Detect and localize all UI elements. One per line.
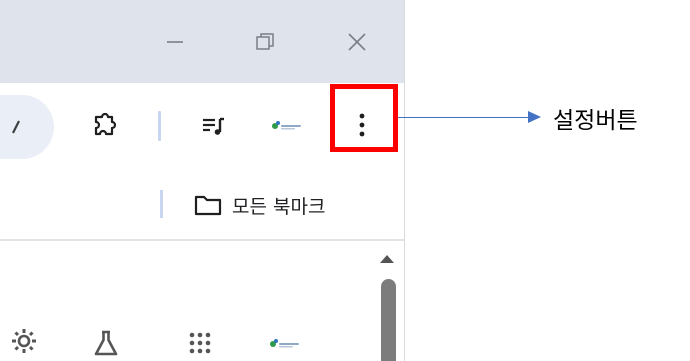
chevron-icon — [12, 120, 20, 134]
site-logo-icon — [272, 121, 301, 130]
annotation-arrow-head — [528, 111, 541, 123]
folder-icon — [194, 195, 222, 216]
scroll-up-arrow[interactable] — [380, 255, 394, 263]
settings-shortcut[interactable] — [6, 321, 42, 361]
browser-window: 모든 북마크 — [0, 0, 404, 361]
settings-button-highlight — [330, 84, 398, 152]
toolbar-separator — [158, 111, 161, 141]
annotation-arrow-line — [398, 117, 532, 118]
extensions-button[interactable] — [85, 105, 125, 145]
restore-button[interactable] — [243, 24, 287, 60]
all-bookmarks-button[interactable]: 모든 북마크 — [194, 189, 325, 221]
annotation-label: 설정버튼 — [553, 108, 638, 134]
bookmarks-separator — [160, 190, 163, 218]
omnibox-edge[interactable] — [0, 95, 54, 159]
scrollbar-thumb[interactable] — [381, 279, 396, 361]
title-bar — [0, 0, 404, 83]
bookmarks-bar: 모든 북마크 — [0, 167, 404, 239]
page-content — [0, 241, 404, 361]
gear-icon — [12, 329, 36, 353]
close-button[interactable] — [335, 24, 379, 60]
extensions-icon — [94, 112, 117, 136]
flask-icon — [94, 330, 118, 356]
minimize-icon — [167, 41, 183, 43]
media-control-icon — [203, 117, 224, 135]
labs-shortcut[interactable] — [88, 325, 124, 361]
site-shortcut[interactable] — [264, 333, 306, 355]
site-bookmark-button[interactable] — [266, 115, 308, 137]
minimize-button[interactable] — [153, 24, 197, 60]
window-edge — [404, 0, 405, 361]
restore-icon — [256, 33, 274, 50]
media-control-button[interactable] — [196, 109, 230, 143]
apps-grid-icon — [189, 332, 211, 354]
close-icon — [348, 33, 366, 51]
apps-shortcut[interactable] — [184, 327, 216, 359]
site-logo-icon — [270, 339, 299, 348]
all-bookmarks-label: 모든 북마크 — [232, 195, 326, 218]
